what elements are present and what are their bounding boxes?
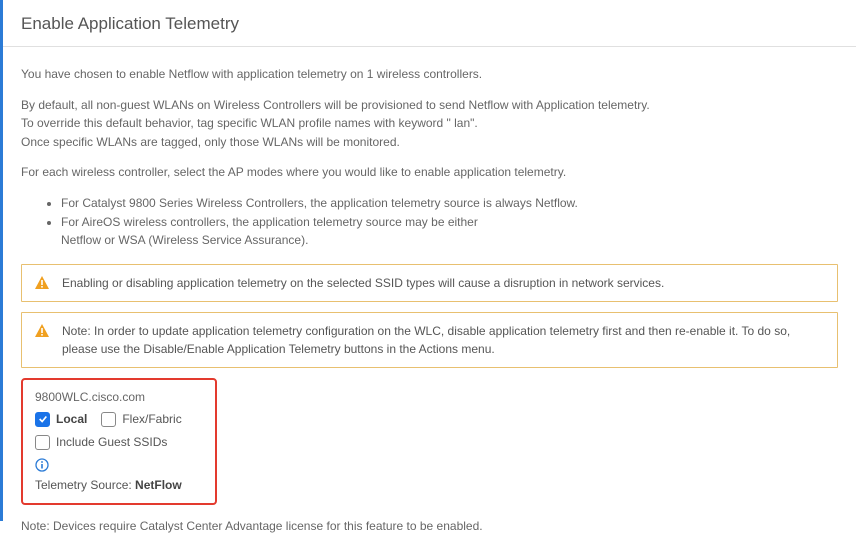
controller-hostname: 9800WLC.cisco.com (35, 390, 203, 404)
warning-icon (34, 275, 50, 291)
local-checkbox-item: Local (35, 412, 87, 427)
info-icon[interactable] (35, 458, 49, 472)
ap-mode-row: Local Flex/Fabric (35, 412, 203, 427)
intro-default-2: To override this default behavior, tag s… (21, 114, 838, 133)
intro-foreach: For each wireless controller, select the… (21, 163, 838, 182)
alert-text-2: Note: In order to update application tel… (62, 322, 825, 358)
warning-icon (34, 323, 50, 339)
telemetry-source-line: Telemetry Source: NetFlow (35, 478, 203, 492)
flex-checkbox-label: Flex/Fabric (122, 412, 181, 426)
intro-summary: You have chosen to enable Netflow with a… (21, 65, 838, 84)
page-container: Enable Application Telemetry You have ch… (0, 0, 856, 521)
telemetry-source-label: Telemetry Source: (35, 478, 135, 492)
bullet-item-2b: Netflow or WSA (Wireless Service Assuran… (61, 233, 308, 247)
intro-default-1: By default, all non-guest WLANs on Wirel… (21, 96, 838, 115)
alert-disruption: Enabling or disabling application teleme… (21, 264, 838, 302)
guest-row: Include Guest SSIDs (35, 435, 203, 450)
bullet-item-1: For Catalyst 9800 Series Wireless Contro… (61, 194, 838, 213)
include-guest-checkbox[interactable] (35, 435, 50, 450)
alert-update-config: Note: In order to update application tel… (21, 312, 838, 368)
guest-checkbox-label: Include Guest SSIDs (56, 435, 167, 449)
alert-text-1: Enabling or disabling application teleme… (62, 274, 664, 292)
page-header: Enable Application Telemetry (3, 0, 856, 47)
controller-settings-box: 9800WLC.cisco.com Local Flex/Fabric (21, 378, 217, 505)
bullet-item-2: For AireOS wireless controllers, the app… (61, 213, 838, 250)
flex-checkbox-item: Flex/Fabric (101, 412, 181, 427)
content-area: You have chosen to enable Netflow with a… (3, 47, 856, 505)
bullet-list: For Catalyst 9800 Series Wireless Contro… (21, 194, 838, 250)
intro-default-3: Once specific WLANs are tagged, only tho… (21, 133, 838, 152)
local-checkbox[interactable] (35, 412, 50, 427)
bullet-item-2a: For AireOS wireless controllers, the app… (61, 215, 478, 229)
local-checkbox-label: Local (56, 412, 87, 426)
telemetry-source-value: NetFlow (135, 478, 182, 492)
page-title: Enable Application Telemetry (21, 14, 838, 34)
guest-checkbox-item: Include Guest SSIDs (35, 435, 167, 450)
flex-fabric-checkbox[interactable] (101, 412, 116, 427)
